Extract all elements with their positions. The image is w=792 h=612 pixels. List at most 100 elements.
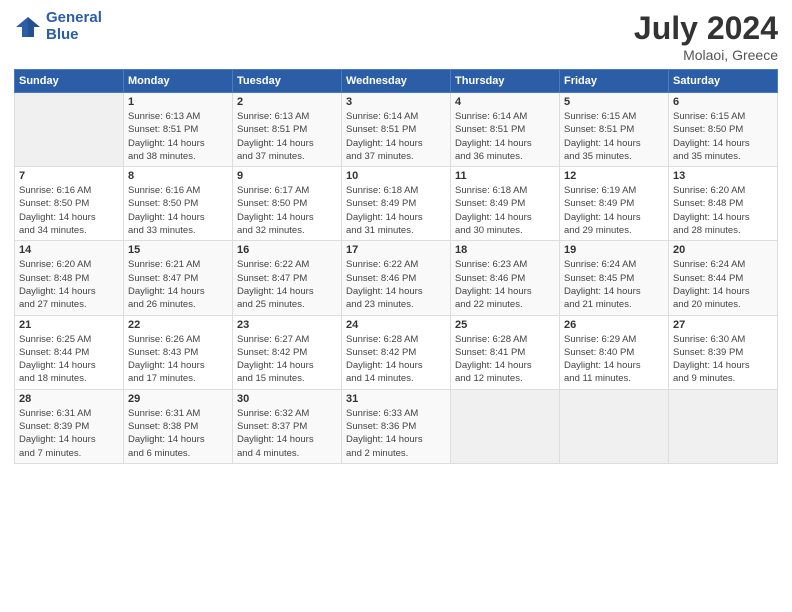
day-number: 24: [346, 319, 446, 331]
header-day-wednesday: Wednesday: [342, 70, 451, 93]
day-cell: 7Sunrise: 6:16 AMSunset: 8:50 PMDaylight…: [15, 167, 124, 241]
day-info: Sunrise: 6:20 AMSunset: 8:48 PMDaylight:…: [673, 184, 773, 237]
day-info: Sunrise: 6:13 AMSunset: 8:51 PMDaylight:…: [237, 110, 337, 163]
day-info: Sunrise: 6:15 AMSunset: 8:51 PMDaylight:…: [564, 110, 664, 163]
day-cell: 3 Sunrise: 6:14 AMSunset: 8:51 PMDaylight…: [342, 93, 451, 167]
day-cell: [669, 389, 778, 463]
month-year: July 2024: [634, 10, 778, 47]
header-day-friday: Friday: [560, 70, 669, 93]
day-number: 27: [673, 319, 773, 331]
day-info: Sunrise: 6:18 AMSunset: 8:49 PMDaylight:…: [455, 184, 555, 237]
day-number: 5: [564, 96, 664, 108]
day-info: Sunrise: 6:23 AMSunset: 8:46 PMDaylight:…: [455, 258, 555, 311]
day-info: Sunrise: 6:28 AMSunset: 8:41 PMDaylight:…: [455, 333, 555, 386]
page: General Blue July 2024 Molaoi, Greece Su…: [0, 0, 792, 612]
day-cell: 19Sunrise: 6:24 AMSunset: 8:45 PMDayligh…: [560, 241, 669, 315]
day-number: 25: [455, 319, 555, 331]
day-cell: 14 Sunrise: 6:20 AMSunset: 8:48 PMDayligh…: [15, 241, 124, 315]
day-info: Sunrise: 6:25 AMSunset: 8:44 PMDaylight:…: [19, 333, 119, 386]
day-info: Sunrise: 6:20 AMSunset: 8:48 PMDaylight:…: [19, 258, 119, 311]
day-info: Sunrise: 6:14 AMSunset: 8:51 PMDaylight:…: [455, 110, 555, 163]
day-cell: 17Sunrise: 6:22 AMSunset: 8:46 PMDayligh…: [342, 241, 451, 315]
day-cell: 15 Sunrise: 6:21 AMSunset: 8:47 PMDayligh…: [124, 241, 233, 315]
day-cell: 11 Sunrise: 6:18 AMSunset: 8:49 PMDayligh…: [451, 167, 560, 241]
day-number: 11: [455, 170, 555, 182]
week-row-3: 14 Sunrise: 6:20 AMSunset: 8:48 PMDayligh…: [15, 241, 778, 315]
day-info: Sunrise: 6:31 AMSunset: 8:39 PMDaylight:…: [19, 407, 119, 460]
week-row-2: 7Sunrise: 6:16 AMSunset: 8:50 PMDaylight…: [15, 167, 778, 241]
day-info: Sunrise: 6:18 AMSunset: 8:49 PMDaylight:…: [346, 184, 446, 237]
logo-icon: [14, 13, 42, 41]
day-info: Sunrise: 6:24 AMSunset: 8:44 PMDaylight:…: [673, 258, 773, 311]
day-info: Sunrise: 6:27 AMSunset: 8:42 PMDaylight:…: [237, 333, 337, 386]
day-number: 4: [455, 96, 555, 108]
day-cell: 22 Sunrise: 6:26 AMSunset: 8:43 PMDayligh…: [124, 315, 233, 389]
day-number: 29: [128, 393, 228, 405]
day-number: 6: [673, 96, 773, 108]
day-info: Sunrise: 6:33 AMSunset: 8:36 PMDaylight:…: [346, 407, 446, 460]
day-cell: 16 Sunrise: 6:22 AMSunset: 8:47 PMDayligh…: [233, 241, 342, 315]
day-cell: [560, 389, 669, 463]
day-number: 13: [673, 170, 773, 182]
day-cell: 6 Sunrise: 6:15 AMSunset: 8:50 PMDaylight…: [669, 93, 778, 167]
logo: General Blue: [14, 10, 102, 43]
day-number: 22: [128, 319, 228, 331]
week-row-1: 1 Sunrise: 6:13 AMSunset: 8:51 PMDaylight…: [15, 93, 778, 167]
day-number: 8: [128, 170, 228, 182]
day-number: 14: [19, 244, 119, 256]
day-info: Sunrise: 6:26 AMSunset: 8:43 PMDaylight:…: [128, 333, 228, 386]
day-info: Sunrise: 6:29 AMSunset: 8:40 PMDaylight:…: [564, 333, 664, 386]
day-info: Sunrise: 6:19 AMSunset: 8:49 PMDaylight:…: [564, 184, 664, 237]
day-number: 1: [128, 96, 228, 108]
header-day-saturday: Saturday: [669, 70, 778, 93]
day-number: 23: [237, 319, 337, 331]
day-info: Sunrise: 6:22 AMSunset: 8:47 PMDaylight:…: [237, 258, 337, 311]
day-cell: 8Sunrise: 6:16 AMSunset: 8:50 PMDaylight…: [124, 167, 233, 241]
day-cell: 29Sunrise: 6:31 AMSunset: 8:38 PMDayligh…: [124, 389, 233, 463]
day-cell: 5 Sunrise: 6:15 AMSunset: 8:51 PMDaylight…: [560, 93, 669, 167]
day-info: Sunrise: 6:32 AMSunset: 8:37 PMDaylight:…: [237, 407, 337, 460]
title-block: July 2024 Molaoi, Greece: [634, 10, 778, 63]
day-info: Sunrise: 6:16 AMSunset: 8:50 PMDaylight:…: [19, 184, 119, 237]
day-cell: 24 Sunrise: 6:28 AMSunset: 8:42 PMDayligh…: [342, 315, 451, 389]
day-number: 15: [128, 244, 228, 256]
header-day-monday: Monday: [124, 70, 233, 93]
day-number: 31: [346, 393, 446, 405]
day-cell: 20 Sunrise: 6:24 AMSunset: 8:44 PMDayligh…: [669, 241, 778, 315]
day-cell: 30 Sunrise: 6:32 AMSunset: 8:37 PMDayligh…: [233, 389, 342, 463]
day-cell: 18Sunrise: 6:23 AMSunset: 8:46 PMDayligh…: [451, 241, 560, 315]
day-number: 21: [19, 319, 119, 331]
day-number: 26: [564, 319, 664, 331]
header-day-sunday: Sunday: [15, 70, 124, 93]
day-info: Sunrise: 6:28 AMSunset: 8:42 PMDaylight:…: [346, 333, 446, 386]
day-number: 16: [237, 244, 337, 256]
day-number: 19: [564, 244, 664, 256]
day-info: Sunrise: 6:21 AMSunset: 8:47 PMDaylight:…: [128, 258, 228, 311]
day-cell: 28 Sunrise: 6:31 AMSunset: 8:39 PMDayligh…: [15, 389, 124, 463]
day-number: 12: [564, 170, 664, 182]
day-info: Sunrise: 6:14 AMSunset: 8:51 PMDaylight:…: [346, 110, 446, 163]
day-cell: 10 Sunrise: 6:18 AMSunset: 8:49 PMDayligh…: [342, 167, 451, 241]
day-cell: 1 Sunrise: 6:13 AMSunset: 8:51 PMDaylight…: [124, 93, 233, 167]
day-info: Sunrise: 6:15 AMSunset: 8:50 PMDaylight:…: [673, 110, 773, 163]
day-cell: 4 Sunrise: 6:14 AMSunset: 8:51 PMDaylight…: [451, 93, 560, 167]
day-number: 30: [237, 393, 337, 405]
day-info: Sunrise: 6:30 AMSunset: 8:39 PMDaylight:…: [673, 333, 773, 386]
day-cell: 13 Sunrise: 6:20 AMSunset: 8:48 PMDayligh…: [669, 167, 778, 241]
logo-text: General Blue: [46, 10, 102, 43]
week-row-4: 21 Sunrise: 6:25 AMSunset: 8:44 PMDayligh…: [15, 315, 778, 389]
day-number: 9: [237, 170, 337, 182]
day-number: 3: [346, 96, 446, 108]
day-info: Sunrise: 6:13 AMSunset: 8:51 PMDaylight:…: [128, 110, 228, 163]
day-cell: 2 Sunrise: 6:13 AMSunset: 8:51 PMDaylight…: [233, 93, 342, 167]
day-number: 17: [346, 244, 446, 256]
day-cell: 21 Sunrise: 6:25 AMSunset: 8:44 PMDayligh…: [15, 315, 124, 389]
day-cell: 12 Sunrise: 6:19 AMSunset: 8:49 PMDayligh…: [560, 167, 669, 241]
day-info: Sunrise: 6:17 AMSunset: 8:50 PMDaylight:…: [237, 184, 337, 237]
day-cell: 9 Sunrise: 6:17 AMSunset: 8:50 PMDaylight…: [233, 167, 342, 241]
day-cell: [451, 389, 560, 463]
day-number: 2: [237, 96, 337, 108]
day-number: 20: [673, 244, 773, 256]
day-number: 28: [19, 393, 119, 405]
day-number: 10: [346, 170, 446, 182]
